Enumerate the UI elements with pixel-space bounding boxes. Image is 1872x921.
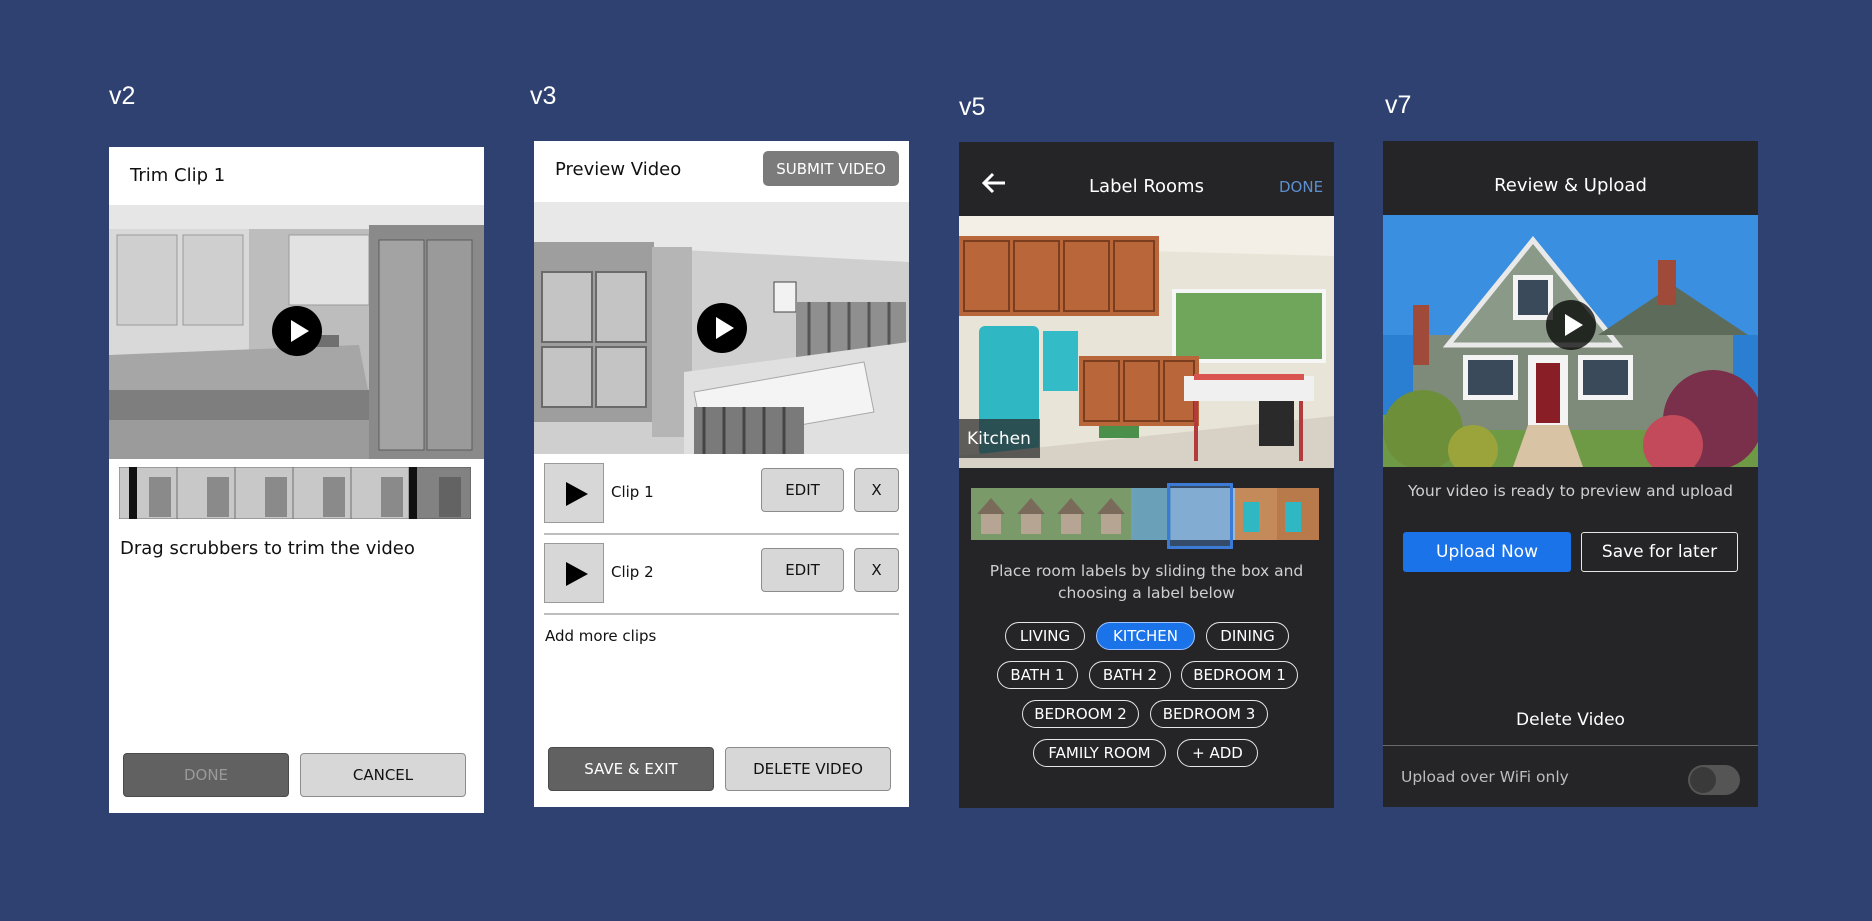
clip-2-play-icon[interactable] — [544, 543, 604, 603]
scrubber-end-handle[interactable] — [409, 467, 417, 519]
chip-add[interactable]: + ADD — [1177, 739, 1258, 767]
chip-bedroom-1[interactable]: BEDROOM 1 — [1181, 661, 1298, 689]
trim-scrubber[interactable] — [119, 467, 471, 519]
submit-video-button[interactable]: SUBMIT VIDEO — [763, 151, 899, 186]
clip-1-play-icon[interactable] — [544, 463, 604, 523]
clip-2-remove-button[interactable]: X — [854, 548, 899, 592]
chip-bath-2[interactable]: BATH 2 — [1089, 661, 1171, 689]
frame-strip[interactable] — [971, 488, 1319, 540]
clip-2-edit-button[interactable]: EDIT — [761, 548, 844, 592]
save-for-later-button[interactable]: Save for later — [1581, 532, 1738, 572]
preview-video-screen: Preview Video SUBMIT VIDEO Clip 1 EDIT X… — [534, 141, 909, 807]
screen-title: Label Rooms — [1089, 176, 1204, 197]
house-video-preview[interactable] — [1383, 215, 1758, 467]
clip-1-name: Clip 1 — [611, 483, 654, 501]
delete-video-button[interactable]: DELETE VIDEO — [725, 747, 891, 791]
review-upload-screen: Review & Upload Your video is ready to p… — [1383, 141, 1758, 807]
chip-bedroom-2[interactable]: BEDROOM 2 — [1022, 700, 1139, 728]
version-label-v2: v2 — [109, 82, 136, 110]
version-label-v5: v5 — [959, 93, 986, 121]
wifi-only-label: Upload over WiFi only — [1401, 768, 1569, 786]
chip-dining[interactable]: DINING — [1206, 622, 1289, 650]
version-label-v7: v7 — [1385, 91, 1412, 119]
current-room-tag: Kitchen — [959, 419, 1040, 458]
screen-title: Trim Clip 1 — [130, 165, 226, 186]
upload-now-button[interactable]: Upload Now — [1403, 532, 1571, 572]
scrubber-start-handle[interactable] — [129, 467, 137, 519]
label-rooms-screen: Label Rooms DONE Kitchen Place room labe… — [959, 142, 1334, 808]
version-label-v3: v3 — [530, 82, 557, 110]
chip-family-room[interactable]: FAMILY ROOM — [1033, 739, 1166, 767]
delete-video-link[interactable]: Delete Video — [1383, 710, 1758, 730]
cancel-button[interactable]: CANCEL — [300, 753, 466, 797]
room-selection-box[interactable] — [1167, 483, 1233, 549]
play-icon[interactable] — [272, 306, 322, 356]
save-exit-button[interactable]: SAVE & EXIT — [548, 747, 714, 791]
trim-instructions: Drag scrubbers to trim the video — [120, 538, 415, 559]
bedroom-video-preview[interactable] — [534, 202, 909, 454]
clip-2-name: Clip 2 — [611, 563, 654, 581]
chip-bedroom-3[interactable]: BEDROOM 3 — [1150, 700, 1268, 728]
clip-1-edit-button[interactable]: EDIT — [761, 468, 844, 512]
label-instructions: Place room labels by sliding the box and… — [989, 562, 1304, 602]
add-more-clips-link[interactable]: Add more clips — [545, 627, 656, 645]
chip-bath-1[interactable]: BATH 1 — [997, 661, 1078, 689]
screen-title: Preview Video — [555, 159, 682, 180]
chip-kitchen[interactable]: KITCHEN — [1096, 622, 1195, 650]
play-icon[interactable] — [1546, 300, 1596, 350]
clip-row-2: Clip 2 EDIT X — [544, 537, 899, 615]
chip-living[interactable]: LIVING — [1005, 622, 1085, 650]
kitchen-video-preview[interactable] — [109, 205, 484, 459]
clip-row-1: Clip 1 EDIT X — [544, 457, 899, 535]
done-button[interactable]: DONE — [123, 753, 289, 797]
done-button[interactable]: DONE — [1279, 178, 1323, 196]
ready-message: Your video is ready to preview and uploa… — [1408, 482, 1733, 500]
trim-clip-screen: Trim Clip 1 Drag scrubbers to trim the v… — [109, 147, 484, 813]
screen-title: Review & Upload — [1494, 175, 1647, 196]
play-icon[interactable] — [697, 303, 747, 353]
wifi-only-toggle[interactable] — [1688, 765, 1740, 795]
clip-1-remove-button[interactable]: X — [854, 468, 899, 512]
divider — [1383, 745, 1758, 746]
